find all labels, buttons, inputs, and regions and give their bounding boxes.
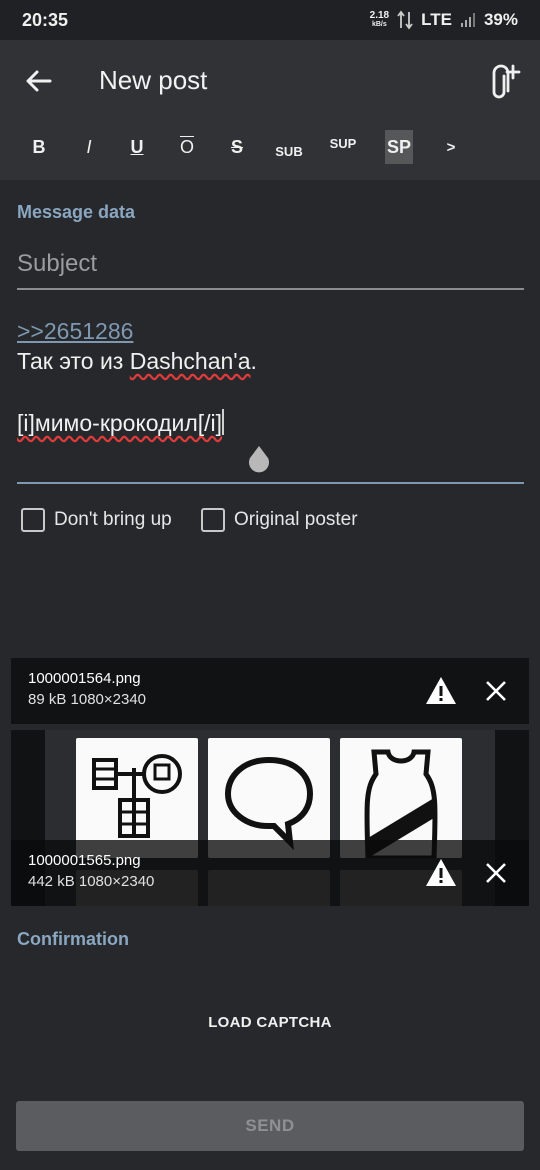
battery-level: 39% bbox=[483, 10, 518, 29]
status-bar: 20:35 2.18 kB/s LTE 39% bbox=[0, 0, 540, 40]
signal-icon bbox=[460, 13, 475, 27]
data-rate-value: 2.18 bbox=[369, 10, 390, 21]
text-cursor-handle-icon[interactable] bbox=[245, 444, 273, 476]
subject-input[interactable]: Subject bbox=[17, 250, 524, 290]
misspelled-word: [i]мимо-крокодил[/i] bbox=[17, 410, 223, 436]
attachment-size: 89 kB bbox=[28, 691, 67, 708]
attachment-info: 1000001565.png 442 kB 1080×2340 bbox=[28, 852, 154, 890]
original-poster-checkbox[interactable] bbox=[201, 508, 225, 532]
original-poster-checkbox-row[interactable]: Original poster bbox=[201, 508, 358, 532]
load-captcha-button[interactable]: LOAD CAPTCHA bbox=[0, 1014, 540, 1031]
superscript-button[interactable]: SUP bbox=[324, 126, 362, 160]
app-bar: New post B I U O S SUB SUP SP > bbox=[0, 40, 540, 180]
attachment-size: 442 kB bbox=[28, 873, 75, 890]
close-icon[interactable] bbox=[485, 680, 507, 702]
text-cursor bbox=[222, 409, 225, 435]
data-rate: 2.18 kB/s bbox=[370, 11, 389, 29]
attachment-filename: 1000001564.png bbox=[28, 670, 141, 687]
data-transfer-icon bbox=[397, 10, 413, 30]
confirmation-label: Confirmation bbox=[17, 929, 129, 949]
spoiler-button[interactable]: SP bbox=[385, 130, 413, 164]
back-arrow-icon[interactable] bbox=[22, 64, 56, 98]
overline-button[interactable]: O bbox=[174, 130, 200, 164]
subject-placeholder: Subject bbox=[17, 250, 98, 277]
dont-bring-up-checkbox-row[interactable]: Don't bring up bbox=[21, 508, 172, 532]
attach-file-icon[interactable] bbox=[486, 62, 524, 100]
close-icon[interactable] bbox=[485, 862, 507, 884]
subscript-button[interactable]: SUB bbox=[270, 134, 308, 168]
page-title: New post bbox=[99, 65, 208, 95]
misspelled-word: Dashchan'a bbox=[129, 348, 251, 374]
warning-icon[interactable] bbox=[425, 676, 457, 706]
dont-bring-up-label: Don't bring up bbox=[54, 509, 172, 530]
attachment-preview[interactable]: 1000001565.png 442 kB 1080×2340 bbox=[11, 730, 529, 906]
reply-link[interactable]: >>2651286 bbox=[17, 316, 133, 346]
original-poster-label: Original poster bbox=[234, 509, 358, 530]
warning-icon[interactable] bbox=[425, 858, 457, 888]
status-icons: 2.18 kB/s LTE 39% bbox=[370, 10, 518, 30]
message-line-italic-tag: [i]мимо-крокодил[/i] bbox=[17, 408, 225, 438]
attachment-item[interactable]: 1000001565.png 442 kB 1080×2340 bbox=[11, 840, 529, 906]
dont-bring-up-checkbox[interactable] bbox=[21, 508, 45, 532]
status-time: 20:35 bbox=[22, 9, 69, 30]
underline-button[interactable]: U bbox=[124, 130, 150, 164]
send-button[interactable]: SEND bbox=[16, 1101, 524, 1151]
attachment-info: 1000001564.png 89 kB 1080×2340 bbox=[28, 670, 146, 708]
attachment-meta: 442 kB 1080×2340 bbox=[28, 873, 154, 890]
message-line: Так это из Dashchan'a. bbox=[17, 346, 257, 376]
message-data-label: Message data bbox=[17, 202, 136, 222]
strikethrough-button[interactable]: S bbox=[224, 130, 250, 164]
bold-button[interactable]: B bbox=[26, 130, 52, 164]
network-type: LTE bbox=[421, 10, 452, 29]
italic-button[interactable]: I bbox=[76, 130, 102, 164]
message-text: . bbox=[250, 348, 257, 374]
attachment-dimensions: 1080×2340 bbox=[70, 691, 147, 708]
attachment-item[interactable]: 1000001564.png 89 kB 1080×2340 bbox=[11, 658, 529, 724]
attachment-filename: 1000001565.png bbox=[28, 852, 141, 869]
data-rate-unit: kB/s bbox=[371, 21, 387, 28]
attachment-meta: 89 kB 1080×2340 bbox=[28, 691, 146, 708]
attachment-dimensions: 1080×2340 bbox=[78, 873, 155, 890]
quote-button[interactable]: > bbox=[440, 130, 462, 164]
message-text: Так это из bbox=[17, 348, 130, 374]
